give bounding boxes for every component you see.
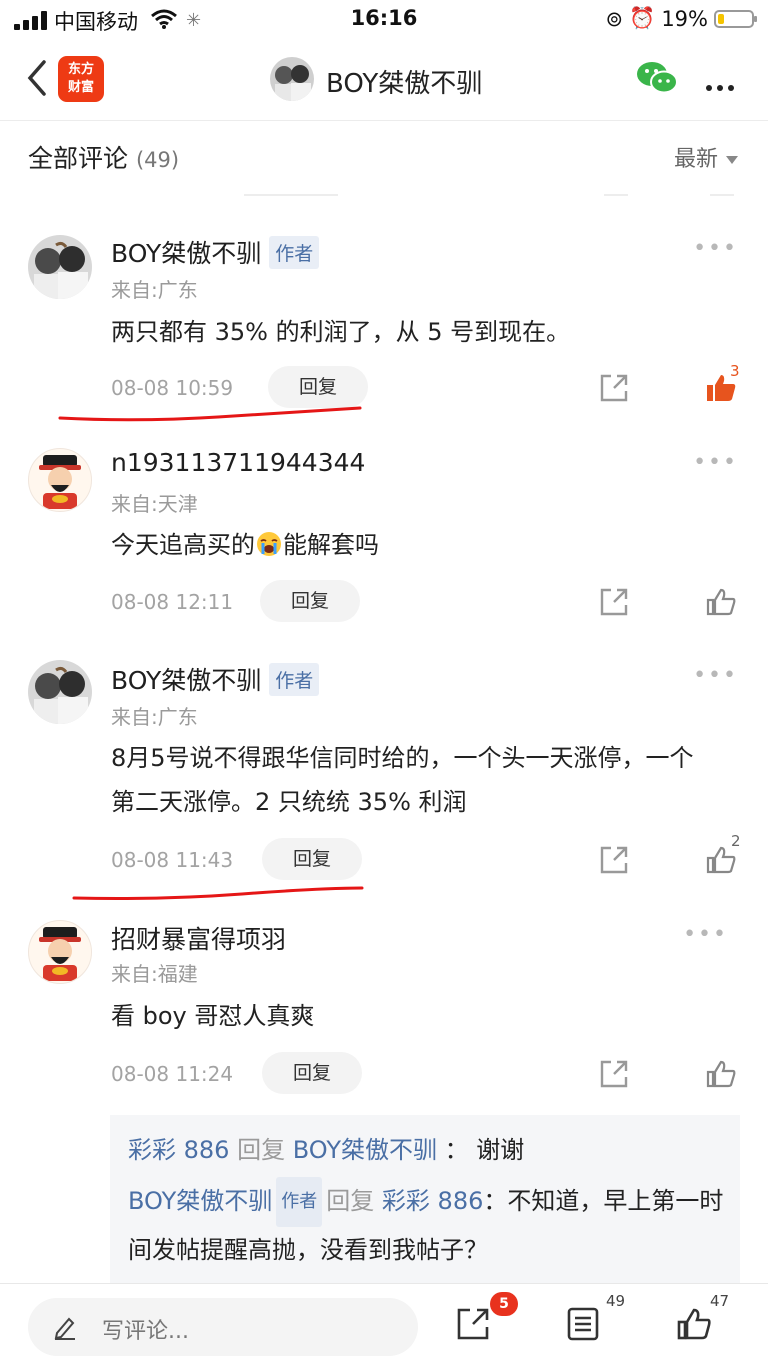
like-total: 47 <box>710 1292 730 1310</box>
share-icon[interactable] <box>598 1058 630 1090</box>
author-avatar[interactable] <box>270 57 314 101</box>
divider <box>604 188 628 196</box>
page-title: BOY桀傲不驯 <box>326 69 483 99</box>
like-icon[interactable] <box>705 1058 737 1090</box>
app-logo[interactable]: 东方 财富 <box>58 56 104 102</box>
bottom-bar: 写评论... 5 49 47 <box>0 1283 768 1368</box>
divider <box>710 188 734 196</box>
timestamp: 08-08 11:24 <box>111 1062 234 1086</box>
timestamp: 08-08 12:11 <box>111 590 234 614</box>
username[interactable]: n193113711944344 <box>111 448 365 477</box>
comment-input[interactable]: 写评论... <box>28 1298 418 1356</box>
divider <box>244 188 338 196</box>
author-badge: 作者 <box>269 236 320 269</box>
avatar[interactable] <box>28 660 92 724</box>
location: 来自:福建 <box>111 962 198 986</box>
more-icon[interactable]: ••• <box>693 450 738 475</box>
comment-placeholder: 写评论... <box>102 1319 189 1344</box>
reply-button[interactable]: 回复 <box>260 580 360 622</box>
section-title: 全部评论 (49) <box>28 144 180 173</box>
nested-replies: 彩彩 886 回复 BOY桀傲不驯 ： 谢谢 BOY桀傲不驯 作者 回复 彩彩 88… <box>110 1115 740 1290</box>
comment-text: 8月5号说不得跟华信同时给的，一个头一天涨停，一个第二天涨停。2 只统统 35%… <box>111 744 694 816</box>
more-icon[interactable]: ••• <box>693 663 738 688</box>
reply-item[interactable]: 彩彩 886 回复 BOY桀傲不驯 ： 谢谢 <box>128 1127 728 1173</box>
more-icon[interactable] <box>706 76 739 95</box>
red-underline <box>72 886 364 900</box>
battery-percent: 19% <box>661 6 708 31</box>
comment-text: 两只都有 35% 的利润了，从 5 号到现在。 <box>111 318 571 346</box>
avatar[interactable] <box>28 448 92 512</box>
author-badge: 作者 <box>276 1177 323 1227</box>
reply-item[interactable]: BOY桀傲不驯 作者 回复 彩彩 886：不知道，早上第一时间发帖提醒高抛，没看到我… <box>128 1177 728 1273</box>
share-icon[interactable] <box>455 1306 491 1342</box>
reply-to[interactable]: 彩彩 886 <box>382 1187 483 1215</box>
comment-total: 49 <box>606 1292 626 1310</box>
nav-bar: 东方 财富 BOY桀傲不驯 <box>0 40 768 121</box>
username[interactable]: 招财暴富得项羽 <box>111 920 286 956</box>
more-icon[interactable]: ••• <box>683 922 728 947</box>
comment-text: 看 boy 哥怼人真爽 <box>111 1002 315 1030</box>
share-icon[interactable] <box>598 844 630 876</box>
reply-button[interactable]: 回复 <box>262 1052 362 1094</box>
status-bar: 中国移动 ✳ 16:16 ⊚ ⏰ 19% <box>0 0 768 40</box>
status-right: ⊚ ⏰ 19% <box>605 6 757 31</box>
pen-icon <box>54 1317 75 1340</box>
reply-to[interactable]: BOY桀傲不驯 <box>293 1136 437 1164</box>
reply-text: 谢谢 <box>476 1136 525 1164</box>
wechat-icon[interactable] <box>636 60 678 96</box>
comments-header: 全部评论 (49) 最新 <box>0 121 768 191</box>
more-icon[interactable]: ••• <box>693 236 738 261</box>
author-badge: 作者 <box>269 663 320 696</box>
comment-count: (49) <box>135 148 180 172</box>
like-icon[interactable] <box>705 586 737 618</box>
location: 来自:广东 <box>111 705 198 729</box>
username[interactable]: BOY桀傲不驯 作者 <box>111 234 320 270</box>
like-icon[interactable] <box>676 1306 712 1342</box>
timestamp: 08-08 10:59 <box>111 376 234 400</box>
sort-dropdown[interactable]: 最新 <box>674 141 738 173</box>
crying-emoji-icon <box>257 532 281 556</box>
reply-from[interactable]: 彩彩 886 <box>128 1136 229 1164</box>
username[interactable]: BOY桀傲不驯 作者 <box>111 661 320 697</box>
avatar[interactable] <box>28 235 92 299</box>
timestamp: 08-08 11:43 <box>111 848 234 872</box>
avatar[interactable] <box>28 920 92 984</box>
share-badge: 5 <box>490 1292 518 1316</box>
caret-down-icon <box>726 156 738 164</box>
red-underline <box>58 406 362 422</box>
location: 来自:广东 <box>111 278 198 302</box>
share-icon[interactable] <box>598 372 630 404</box>
reply-button[interactable]: 回复 <box>262 838 362 880</box>
comment-text: 今天追高买的 能解套吗 <box>111 531 379 559</box>
alarm-icon: ⏰ <box>629 6 656 30</box>
share-icon[interactable] <box>598 586 630 618</box>
battery-icon <box>714 9 757 28</box>
back-icon[interactable] <box>24 58 48 98</box>
like-count: 2 <box>731 832 741 850</box>
like-count: 3 <box>730 362 740 380</box>
rotation-lock-icon: ⊚ <box>605 6 624 31</box>
reply-from[interactable]: BOY桀傲不驯 <box>128 1187 272 1215</box>
location: 来自:天津 <box>111 492 198 516</box>
comment-list-icon[interactable] <box>565 1306 601 1342</box>
